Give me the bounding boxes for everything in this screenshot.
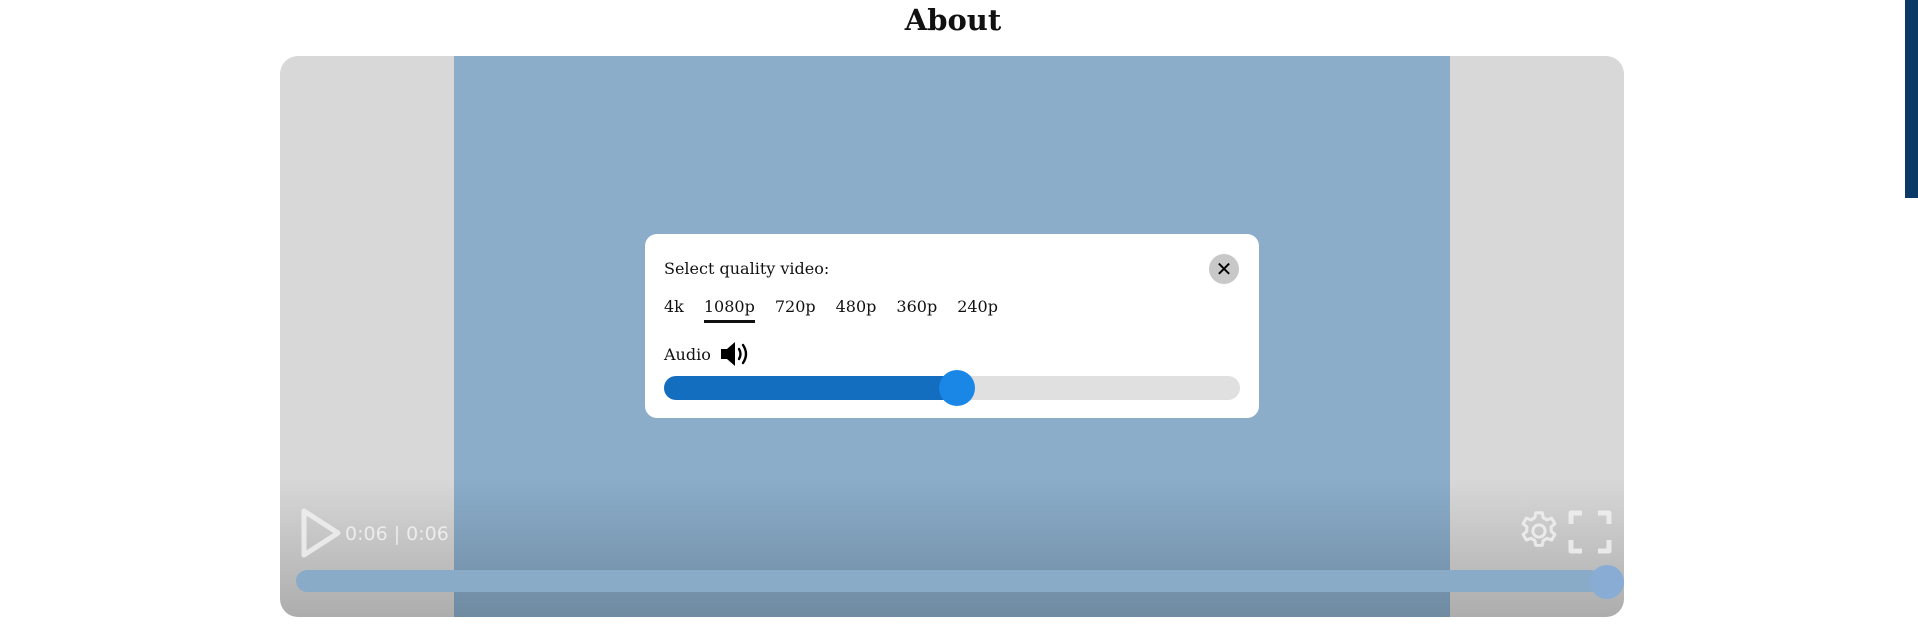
gear-icon [1521,511,1557,547]
volume-slider[interactable] [664,370,1240,406]
settings-button[interactable] [1516,508,1562,554]
scrollbar-thumb[interactable] [1905,0,1918,198]
audio-row: Audio [664,340,751,368]
play-icon [301,508,341,558]
close-button[interactable]: ✕ [1209,254,1239,284]
page: About 0:06 | 0:06 Select quality video: … [0,0,1918,641]
speaker-icon[interactable] [719,340,751,368]
fullscreen-button[interactable] [1568,510,1612,554]
quality-option-480p[interactable]: 480p [836,296,877,323]
audio-label: Audio [664,344,711,364]
volume-fill [664,376,957,400]
time-display: 0:06 | 0:06 [345,523,449,545]
page-title: About [904,3,1002,37]
fullscreen-icon [1568,510,1612,554]
quality-option-360p[interactable]: 360p [896,296,937,323]
modal-title: Select quality video: [664,259,830,278]
quality-options: 4k 1080p 720p 480p 360p 240p [664,296,998,323]
quality-option-4k[interactable]: 4k [664,296,684,323]
volume-knob[interactable] [938,370,975,406]
controls-overlay [280,477,1624,617]
progress-knob[interactable] [1590,565,1624,599]
quality-option-240p[interactable]: 240p [957,296,998,323]
progress-bar[interactable] [296,570,1602,592]
quality-option-720p[interactable]: 720p [775,296,816,323]
quality-option-1080p[interactable]: 1080p [703,296,755,323]
quality-modal: Select quality video: ✕ 4k 1080p 720p 48… [645,234,1259,418]
play-button[interactable] [298,506,344,560]
